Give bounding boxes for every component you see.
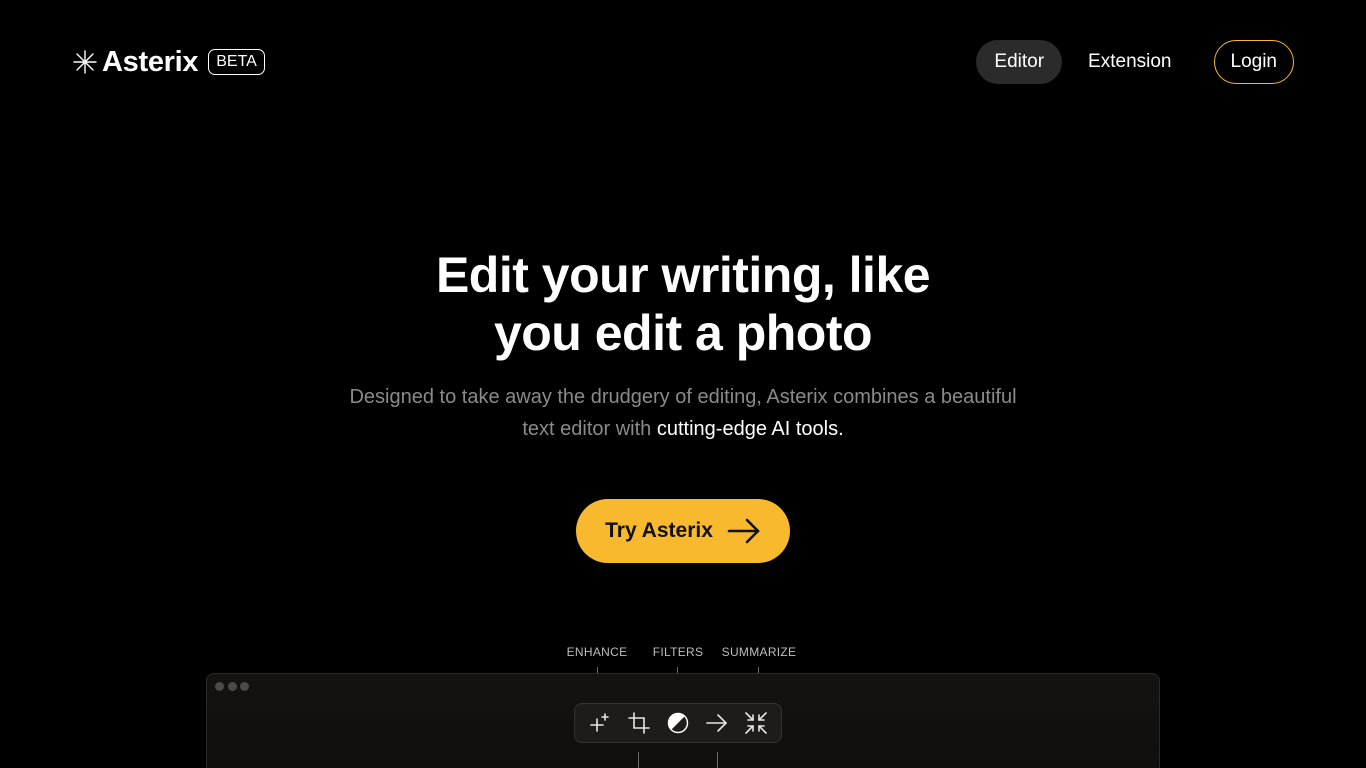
- site-header: Asterix BETA Editor Extension Login: [0, 0, 1366, 124]
- crop-icon[interactable]: [627, 711, 651, 735]
- page: Asterix BETA Editor Extension Login Edit…: [0, 0, 1366, 768]
- subtext-highlight: cutting-edge AI tools.: [656, 418, 844, 440]
- contrast-icon[interactable]: [666, 711, 690, 735]
- connector-line: [638, 752, 639, 768]
- label-filters: FILTERS: [652, 645, 704, 659]
- logo[interactable]: Asterix BETA: [72, 44, 265, 80]
- window-dot: [227, 682, 237, 691]
- try-asterix-button[interactable]: Try Asterix: [576, 499, 790, 563]
- hero-headline: Edit your writing, like you edit a photo: [0, 246, 1366, 362]
- main-nav: Editor Extension Login: [976, 40, 1294, 84]
- window-dot: [240, 682, 249, 691]
- window-controls: [215, 682, 253, 691]
- beta-badge: BETA: [208, 49, 265, 75]
- arrow-right-icon[interactable]: [705, 711, 729, 735]
- login-button[interactable]: Login: [1213, 40, 1294, 84]
- window-dot: [215, 682, 224, 691]
- arrow-right-icon: [727, 518, 760, 544]
- headline-line-2: you edit a photo: [493, 305, 873, 361]
- hero-subtext: Designed to take away the drudgery of ed…: [340, 381, 1026, 445]
- sparkle-icon[interactable]: [588, 711, 612, 735]
- collapse-icon[interactable]: [744, 711, 768, 735]
- asterisk-logo-icon: [73, 50, 97, 74]
- connector-line: [717, 752, 718, 768]
- cta-label: Try Asterix: [605, 519, 713, 542]
- nav-editor[interactable]: Editor: [976, 40, 1063, 84]
- label-summarize: SUMMARIZE: [721, 645, 797, 659]
- logo-text: Asterix: [102, 45, 199, 78]
- label-enhance: ENHANCE: [566, 645, 628, 659]
- editor-toolbar: [574, 703, 782, 743]
- headline-line-1: Edit your writing, like: [435, 247, 931, 303]
- nav-extension[interactable]: Extension: [1070, 40, 1189, 84]
